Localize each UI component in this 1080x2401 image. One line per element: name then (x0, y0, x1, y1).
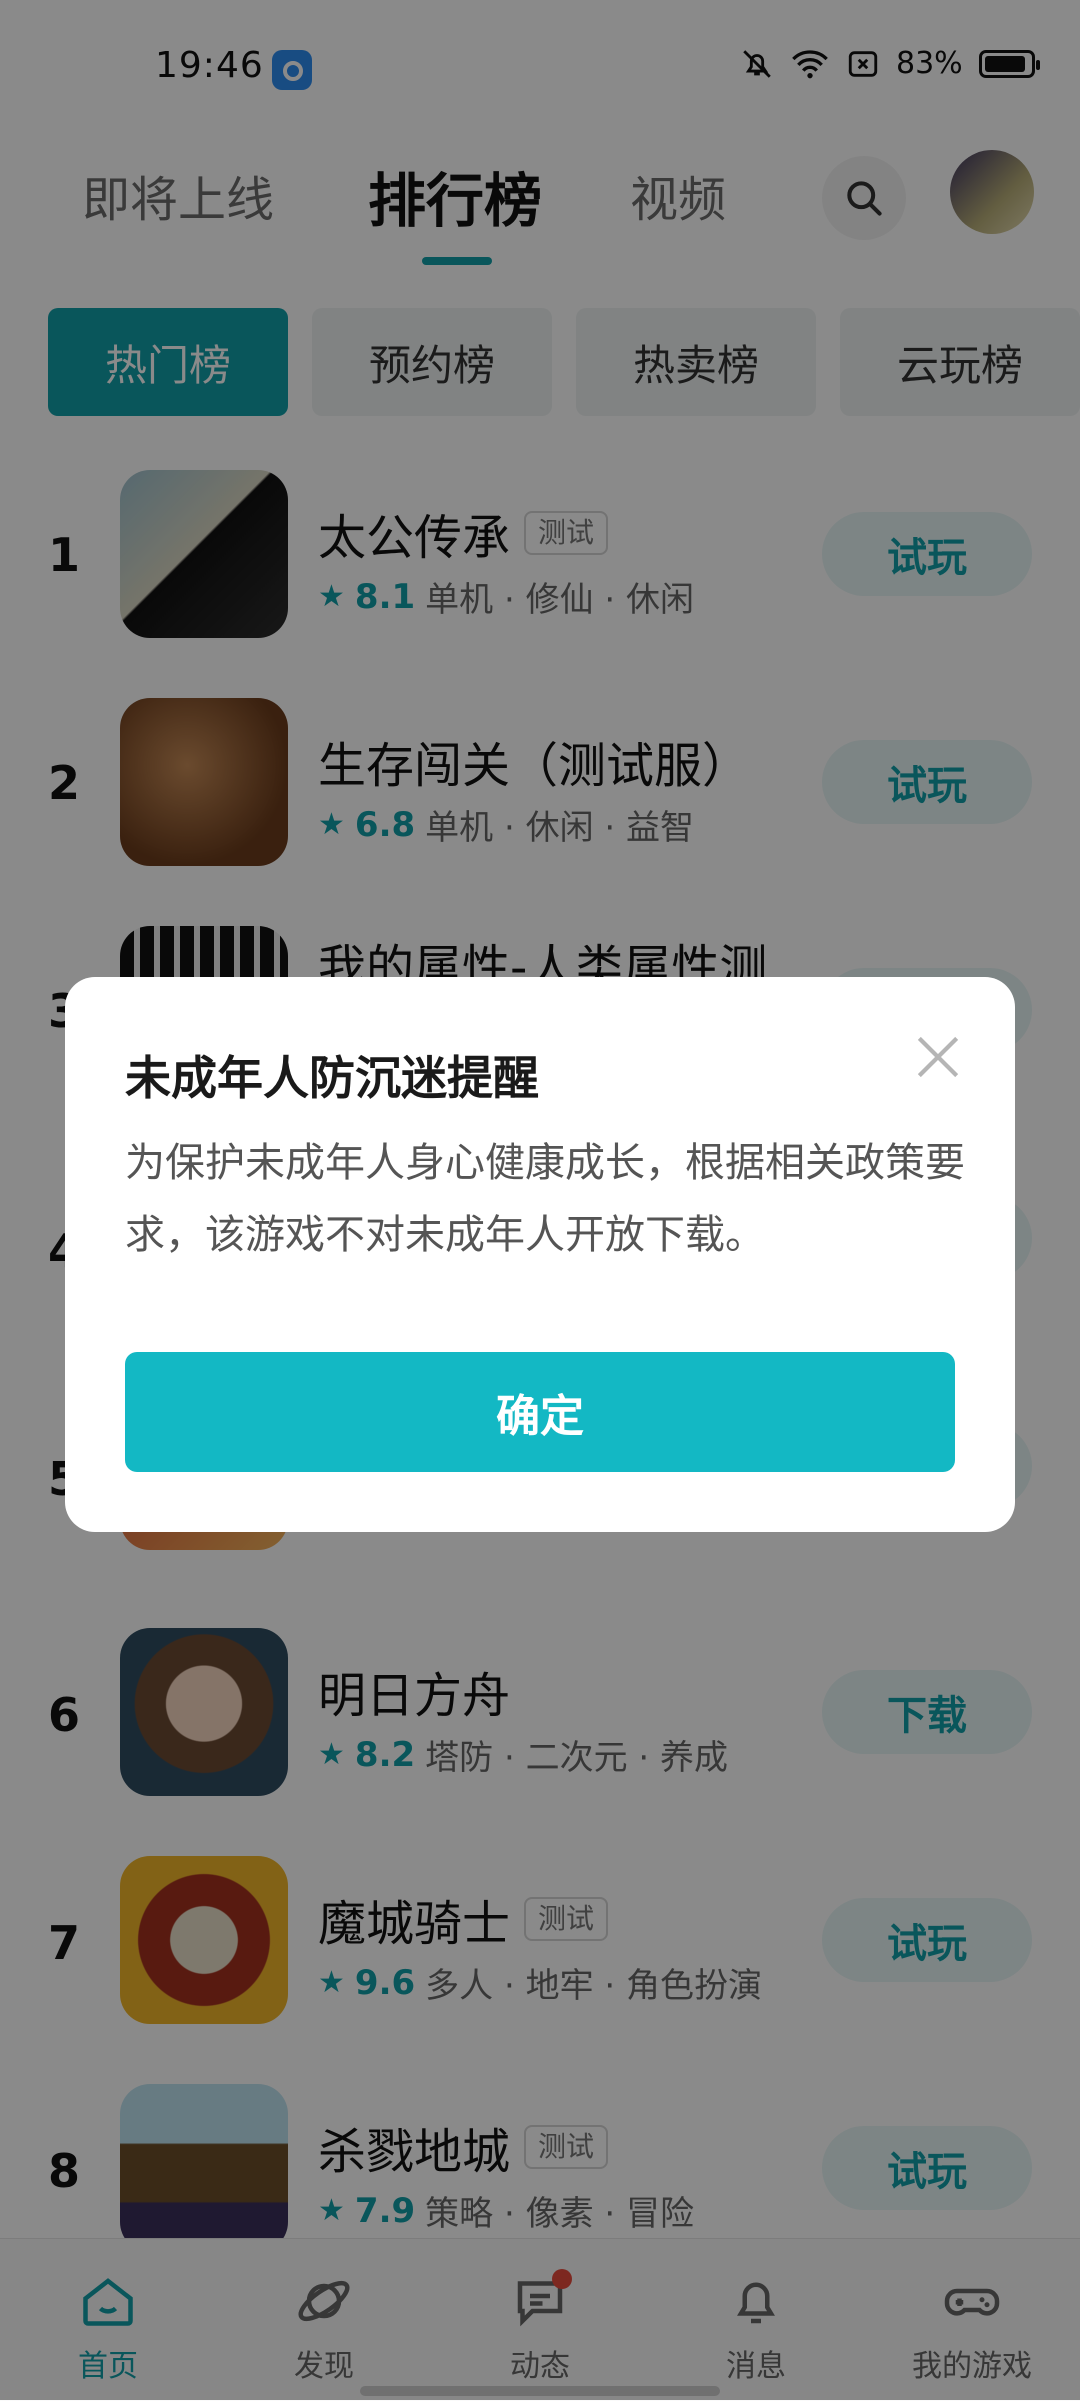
confirm-button[interactable]: 确定 (125, 1352, 955, 1472)
dialog-title: 未成年人防沉迷提醒 (125, 1051, 539, 1105)
close-icon (917, 1036, 959, 1078)
dialog-message: 为保护未成年人身心健康成长，根据相关政策要求，该游戏不对未成年人开放下载。 (125, 1140, 965, 1258)
close-button[interactable] (910, 1029, 966, 1085)
anti-addiction-dialog: 未成年人防沉迷提醒 为保护未成年人身心健康成长，根据相关政策要求，该游戏不对未成… (65, 977, 1015, 1532)
